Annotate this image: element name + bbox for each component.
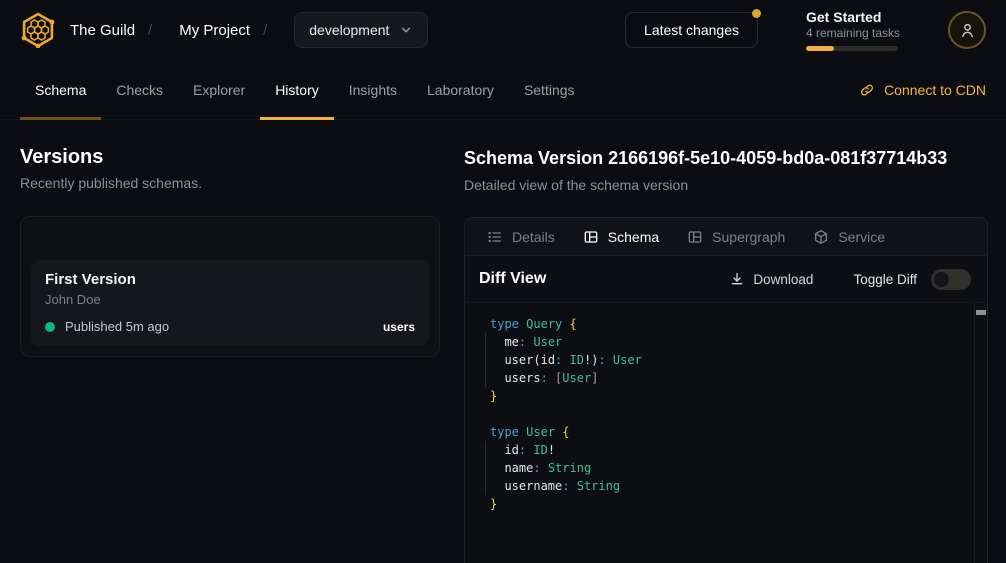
version-status-row: Published 5m ago users — [45, 319, 415, 334]
connect-to-cdn-link[interactable]: Connect to CDN — [859, 60, 986, 119]
user-avatar[interactable] — [948, 11, 986, 49]
version-author: John Doe — [45, 292, 415, 307]
breadcrumb-org[interactable]: The Guild — [70, 22, 135, 39]
code-block: type Query { me: User user(id: ID!): Use… — [490, 315, 967, 513]
main-content: Versions Recently published schemas. Fir… — [0, 120, 1006, 563]
download-label: Download — [753, 272, 813, 287]
detail-tab-service[interactable]: Service — [813, 229, 885, 245]
get-started-widget[interactable]: Get Started 4 remaining tasks — [806, 9, 902, 51]
versions-list-card: First Version John Doe Published 5m ago … — [20, 216, 440, 357]
main-nav: Schema Checks Explorer History Insights … — [0, 60, 1006, 120]
get-started-title: Get Started — [806, 9, 902, 26]
detail-tab-label: Supergraph — [712, 229, 785, 245]
detail-tab-label: Details — [512, 229, 555, 245]
tab-explorer[interactable]: Explorer — [178, 60, 260, 119]
toggle-diff-label: Toggle Diff — [853, 272, 917, 287]
target-selector-dropdown[interactable]: development — [294, 12, 428, 48]
tab-checks[interactable]: Checks — [101, 60, 178, 119]
get-started-subtitle: 4 remaining tasks — [806, 26, 902, 41]
person-icon — [958, 21, 977, 40]
indent-guide — [485, 441, 486, 495]
chevron-down-icon — [399, 23, 413, 37]
tab-laboratory[interactable]: Laboratory — [412, 60, 509, 119]
connect-to-cdn-label: Connect to CDN — [884, 82, 986, 98]
detail-tabs: Details Schema Supergraph — [465, 218, 987, 256]
schema-detail-card: Details Schema Supergraph — [464, 217, 988, 563]
target-selector-value: development — [309, 22, 389, 38]
topbar-right-cluster: Latest changes Get Started 4 remaining t… — [625, 9, 986, 51]
indent-guide — [485, 333, 486, 387]
download-icon — [729, 271, 745, 287]
version-detail-panel: Schema Version 2166196f-5e10-4059-bd0a-0… — [464, 120, 1006, 563]
list-icon — [487, 229, 503, 245]
link-icon — [859, 82, 875, 98]
detail-tab-details[interactable]: Details — [487, 229, 555, 245]
latest-changes-button[interactable]: Latest changes — [625, 12, 758, 48]
breadcrumb-separator: / — [148, 22, 152, 39]
schema-version-title: Schema Version 2166196f-5e10-4059-bd0a-0… — [464, 147, 988, 169]
schema-code-viewer: type Query { me: User user(id: ID!): Use… — [465, 303, 987, 563]
progress-fill — [806, 46, 834, 51]
version-list-item[interactable]: First Version John Doe Published 5m ago … — [31, 260, 429, 346]
breadcrumb-project[interactable]: My Project — [179, 22, 250, 39]
tab-schema[interactable]: Schema — [20, 60, 101, 119]
published-status-dot — [45, 322, 55, 332]
code-scrollbar-thumb[interactable] — [976, 310, 986, 315]
latest-changes-label: Latest changes — [644, 22, 739, 38]
detail-tab-label: Service — [838, 229, 885, 245]
breadcrumb-separator: / — [263, 22, 267, 39]
versions-subtitle: Recently published schemas. — [20, 175, 440, 192]
code-scrollbar — [974, 303, 987, 563]
columns-icon — [687, 229, 703, 245]
versions-title: Versions — [20, 145, 440, 169]
version-status-label: Published 5m ago — [65, 319, 169, 334]
switch-knob — [934, 272, 949, 287]
version-title: First Version — [45, 270, 415, 289]
tab-history[interactable]: History — [260, 60, 334, 119]
detail-tab-supergraph[interactable]: Supergraph — [687, 229, 785, 245]
cube-icon — [813, 229, 829, 245]
get-started-progress-bar — [806, 46, 898, 51]
version-service-name: users — [383, 320, 415, 334]
diff-view-toolbar: Diff View Download Toggle Diff — [465, 256, 987, 303]
diff-view-title: Diff View — [479, 270, 546, 288]
detail-tab-schema[interactable]: Schema — [583, 229, 659, 245]
download-button[interactable]: Download — [729, 271, 813, 287]
top-bar: The Guild / My Project / development Lat… — [0, 0, 1006, 60]
schema-version-subtitle: Detailed view of the schema version — [464, 177, 988, 194]
notification-dot — [752, 9, 761, 18]
detail-tab-label: Schema — [608, 229, 659, 245]
tab-insights[interactable]: Insights — [334, 60, 412, 119]
guild-hive-logo-icon[interactable] — [20, 12, 56, 48]
columns-icon — [583, 229, 599, 245]
tab-settings[interactable]: Settings — [509, 60, 590, 119]
toggle-diff-switch[interactable] — [931, 269, 971, 290]
versions-panel: Versions Recently published schemas. Fir… — [0, 120, 464, 563]
